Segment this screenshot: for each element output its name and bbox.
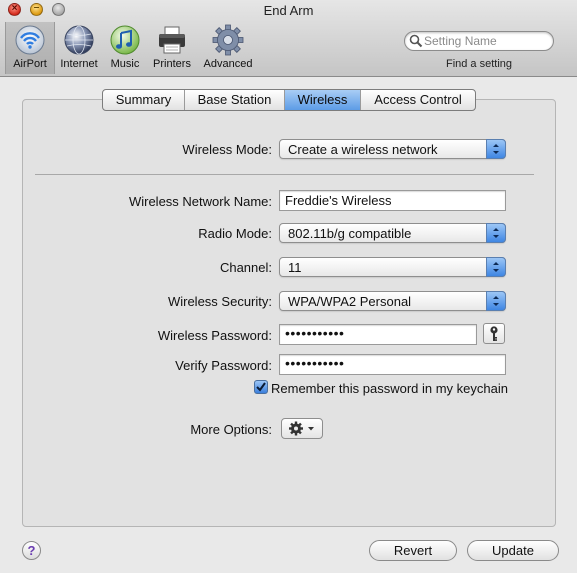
tab-wireless[interactable]: Wireless [285, 90, 361, 110]
password-label: Wireless Password: [157, 328, 272, 343]
radio-mode-popup[interactable]: 802.11b/g compatible [279, 223, 506, 243]
toolbar-item-music[interactable]: Music [100, 22, 150, 74]
channel-value: 11 [288, 260, 302, 275]
airport-wifi-icon [15, 25, 45, 55]
gear-icon [212, 24, 244, 56]
network-name-label: Wireless Network Name: [128, 194, 272, 209]
password-value: ••••••••••• [285, 325, 345, 341]
security-label: Wireless Security: [167, 294, 272, 309]
wireless-panel [22, 99, 556, 527]
radio-mode-label: Radio Mode: [198, 226, 272, 241]
search-input[interactable] [424, 33, 549, 49]
security-value: WPA/WPA2 Personal [288, 294, 412, 309]
search-field[interactable] [404, 31, 554, 51]
wireless-mode-label: Wireless Mode: [182, 142, 272, 157]
update-button[interactable]: Update [467, 540, 559, 561]
window-title: End Arm [263, 3, 314, 18]
tab-bar: Summary Base Station Wireless Access Con… [102, 89, 476, 111]
toolbar-item-internet[interactable]: Internet [54, 22, 104, 74]
music-note-icon [110, 25, 140, 55]
network-name-field[interactable]: Freddie's Wireless [279, 190, 506, 211]
toolbar-item-label: AirPort [13, 58, 47, 70]
popup-arrows-icon [486, 257, 506, 277]
globe-icon [64, 25, 94, 55]
revert-button[interactable]: Revert [369, 540, 457, 561]
verify-password-field[interactable]: ••••••••••• [279, 354, 506, 375]
search-icon [409, 34, 423, 48]
popup-arrows-icon [486, 223, 506, 243]
toolbar-item-label: Advanced [203, 58, 253, 70]
key-icon [490, 326, 498, 341]
gear-menu-icon [289, 421, 314, 436]
keychain-button[interactable] [483, 323, 505, 344]
toolbar-item-airport[interactable]: AirPort [5, 22, 55, 74]
tab-access-control[interactable]: Access Control [361, 90, 475, 110]
remember-label: Remember this password in my keychain [271, 381, 508, 396]
printer-icon [159, 26, 185, 54]
verify-password-value: ••••••••••• [285, 355, 345, 371]
checkmark-icon [256, 382, 266, 392]
channel-popup[interactable]: 11 [279, 257, 506, 277]
toolbar-item-label: Music [110, 58, 140, 70]
help-button[interactable]: ? [22, 541, 41, 560]
radio-mode-value: 802.11b/g compatible [288, 226, 412, 241]
tab-summary[interactable]: Summary [103, 90, 185, 110]
toolbar-item-label: Printers [153, 58, 191, 70]
toolbar-item-printers[interactable]: Printers [147, 22, 197, 74]
divider [35, 174, 534, 175]
toolbar: × – End Arm AirPort Internet Music Print… [0, 0, 577, 77]
tab-base-station[interactable]: Base Station [185, 90, 285, 110]
channel-label: Channel: [219, 260, 272, 275]
wireless-mode-popup[interactable]: Create a wireless network [279, 139, 506, 159]
verify-password-label: Verify Password: [175, 358, 272, 373]
toolbar-item-label: Internet [60, 58, 98, 70]
remember-checkbox[interactable] [254, 380, 268, 394]
window: × – End Arm AirPort Internet Music Print… [0, 0, 577, 573]
popup-arrows-icon [486, 291, 506, 311]
network-name-value: Freddie's Wireless [285, 193, 392, 208]
toolbar-item-advanced[interactable]: Advanced [203, 22, 253, 74]
more-options-label: More Options: [190, 422, 272, 437]
security-popup[interactable]: WPA/WPA2 Personal [279, 291, 506, 311]
popup-arrows-icon [486, 139, 506, 159]
more-options-button[interactable] [281, 418, 323, 439]
find-setting-label: Find a setting [445, 58, 513, 70]
password-field[interactable]: ••••••••••• [279, 324, 477, 345]
wireless-mode-value: Create a wireless network [288, 142, 438, 157]
